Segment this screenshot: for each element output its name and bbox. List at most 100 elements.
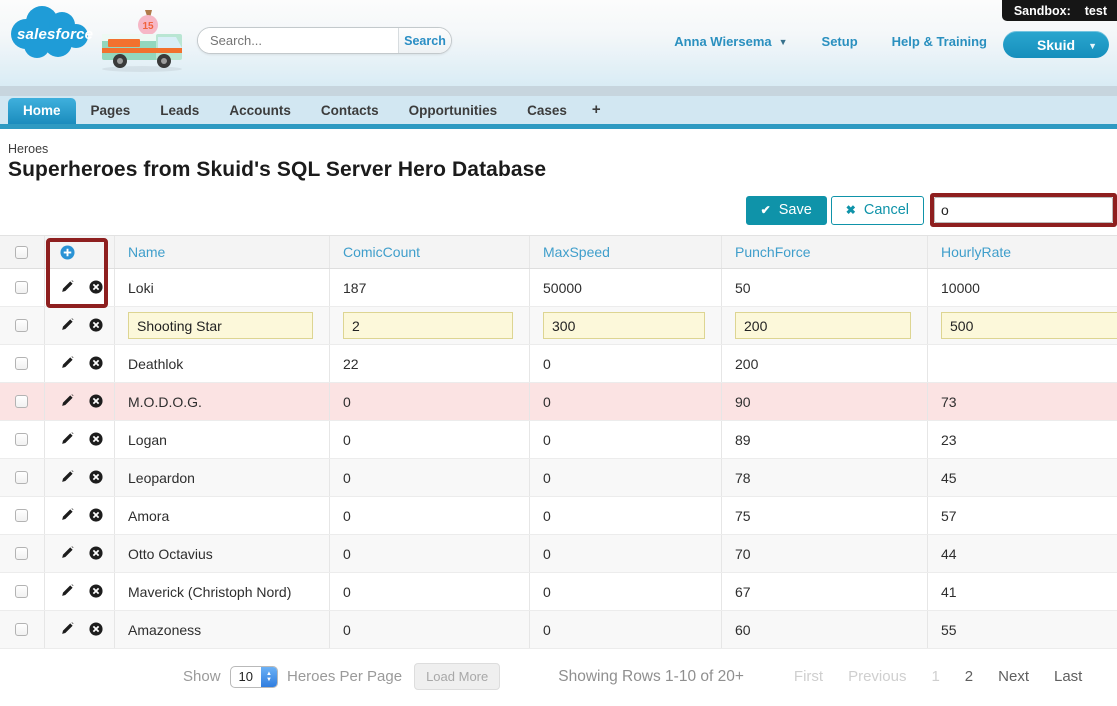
global-search-input[interactable] — [198, 28, 398, 53]
user-name: Anna Wiersema — [674, 34, 772, 49]
edit-row-icon[interactable] — [60, 318, 75, 333]
edit-row-icon[interactable] — [60, 394, 75, 409]
row-checkbox[interactable] — [15, 281, 28, 294]
save-button-label: Save — [778, 201, 812, 218]
cell-comiccount: 0 — [330, 535, 530, 572]
logo-area: salesforce 15 — [6, 2, 192, 73]
pagination-last[interactable]: Last — [1054, 668, 1082, 685]
table-row: Maverick (Christoph Nord) 0 0 67 41 — [0, 573, 1117, 611]
cell-comiccount: 0 — [330, 497, 530, 534]
global-search: Search — [197, 27, 452, 54]
delete-row-icon[interactable] — [89, 318, 104, 333]
pagination-first[interactable]: First — [794, 668, 823, 685]
edit-row-icon[interactable] — [60, 622, 75, 637]
cell-punchforce: 70 — [722, 535, 928, 572]
row-checkbox[interactable] — [15, 357, 28, 370]
cell-comiccount: 0 — [330, 459, 530, 496]
tab-accounts[interactable]: Accounts — [214, 98, 306, 124]
delete-row-icon[interactable] — [89, 470, 104, 485]
edit-row-icon[interactable] — [60, 470, 75, 485]
delete-row-icon[interactable] — [89, 394, 104, 409]
edit-field-maxspeed[interactable]: 300 — [543, 312, 705, 339]
user-menu[interactable]: Anna Wiersema ▼ — [674, 34, 787, 49]
table-row: Amazoness 0 0 60 55 — [0, 611, 1117, 649]
tab-contacts[interactable]: Contacts — [306, 98, 394, 124]
row-checkbox[interactable] — [15, 547, 28, 560]
help-training-link[interactable]: Help & Training — [892, 34, 987, 49]
load-more-button[interactable]: Load More — [414, 663, 501, 690]
edit-field-punchforce[interactable]: 200 — [735, 312, 911, 339]
delete-row-icon[interactable] — [89, 280, 104, 295]
delete-row-icon[interactable] — [89, 622, 104, 637]
table-toolbar: ✔ Save ✖ Cancel — [0, 193, 1117, 227]
edit-row-icon[interactable] — [60, 280, 75, 295]
cell-comiccount: 0 — [330, 573, 530, 610]
table-header-row: Name ComicCount MaxSpeed PunchForce Hour… — [0, 236, 1117, 269]
tab-add[interactable]: + — [582, 96, 611, 124]
app-menu-button[interactable]: Skuid ▼ — [1003, 31, 1109, 58]
edit-row-icon[interactable] — [60, 584, 75, 599]
edit-row-icon[interactable] — [60, 356, 75, 371]
edit-row-icon[interactable] — [60, 432, 75, 447]
edit-row-icon[interactable] — [60, 546, 75, 561]
tab-leads[interactable]: Leads — [145, 98, 214, 124]
tab-strip: Home Pages Leads Accounts Contacts Oppor… — [0, 86, 1117, 129]
cell-maxspeed: 0 — [530, 573, 722, 610]
column-header-punchforce[interactable]: PunchForce — [735, 244, 810, 260]
table-row-error: M.O.D.O.G. 0 0 90 73 — [0, 383, 1117, 421]
pagination-page-1[interactable]: 1 — [931, 668, 939, 685]
table-filter-input[interactable] — [934, 197, 1113, 223]
global-search-button[interactable]: Search — [398, 28, 451, 53]
pagination-next[interactable]: Next — [998, 668, 1029, 685]
delete-row-icon[interactable] — [89, 546, 104, 561]
check-icon: ✔ — [760, 202, 771, 217]
cell-punchforce: 89 — [722, 421, 928, 458]
cell-comiccount: 0 — [330, 421, 530, 458]
cell-punchforce: 67 — [722, 573, 928, 610]
row-checkbox[interactable] — [15, 509, 28, 522]
select-all-checkbox[interactable] — [15, 245, 28, 259]
row-checkbox[interactable] — [15, 585, 28, 598]
row-checkbox[interactable] — [15, 623, 28, 636]
tab-home[interactable]: Home — [8, 98, 76, 124]
salesforce-logo-text: salesforce — [17, 26, 94, 43]
cell-maxspeed: 0 — [530, 535, 722, 572]
column-header-hourlyrate[interactable]: HourlyRate — [941, 244, 1011, 260]
cell-name: Maverick (Christoph Nord) — [115, 573, 330, 610]
tab-opportunities[interactable]: Opportunities — [394, 98, 513, 124]
add-row-icon[interactable] — [60, 244, 75, 260]
cell-comiccount: 22 — [330, 345, 530, 382]
pagination-page-2[interactable]: 2 — [965, 668, 973, 685]
delete-row-icon[interactable] — [89, 584, 104, 599]
cell-maxspeed: 0 — [530, 345, 722, 382]
edit-row-icon[interactable] — [60, 508, 75, 523]
cell-hourlyrate: 10000 — [941, 279, 980, 296]
column-header-name[interactable]: Name — [128, 244, 165, 260]
cell-comiccount: 0 — [330, 611, 530, 648]
pagination-previous[interactable]: Previous — [848, 668, 906, 685]
edit-field-hourlyrate[interactable]: 500 — [941, 312, 1117, 339]
row-checkbox[interactable] — [15, 395, 28, 408]
row-checkbox[interactable] — [15, 319, 28, 332]
row-checkbox[interactable] — [15, 433, 28, 446]
edit-field-name[interactable]: Shooting Star — [128, 312, 313, 339]
delete-row-icon[interactable] — [89, 432, 104, 447]
cancel-button[interactable]: ✖ Cancel — [830, 195, 924, 225]
tab-pages[interactable]: Pages — [76, 98, 146, 124]
delete-row-icon[interactable] — [89, 356, 104, 371]
delete-row-icon[interactable] — [89, 508, 104, 523]
save-button[interactable]: ✔ Save — [745, 195, 827, 225]
cell-maxspeed: 0 — [530, 459, 722, 496]
column-header-maxspeed[interactable]: MaxSpeed — [543, 244, 610, 260]
edit-field-comiccount[interactable]: 2 — [343, 312, 513, 339]
table-row: Deathlok 22 0 200 — [0, 345, 1117, 383]
row-checkbox[interactable] — [15, 471, 28, 484]
column-header-comiccount[interactable]: ComicCount — [343, 244, 420, 260]
table-row: Otto Octavius 0 0 70 44 — [0, 535, 1117, 573]
table-row: Leopardon 0 0 78 45 — [0, 459, 1117, 497]
page-size-select[interactable]: 10 ▲ ▼ — [229, 665, 278, 688]
chevron-down-icon: ▼ — [1088, 41, 1097, 51]
sandbox-value: test — [1084, 3, 1107, 18]
setup-link[interactable]: Setup — [822, 34, 858, 49]
tab-cases[interactable]: Cases — [512, 98, 582, 124]
